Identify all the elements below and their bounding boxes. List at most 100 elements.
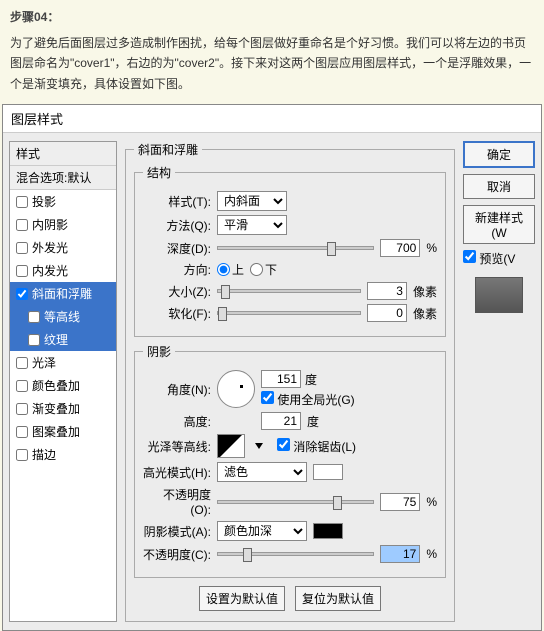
style-item-描边[interactable]: 描边 [10, 443, 116, 466]
size-input[interactable] [367, 282, 407, 300]
style-label: 样式(T): [143, 193, 211, 210]
depth-slider[interactable] [217, 246, 374, 250]
hlmode-label: 高光模式(H): [143, 464, 211, 481]
angle-unit: 度 [305, 371, 317, 388]
style-item-label: 图案叠加 [32, 423, 80, 440]
depth-label: 深度(D): [143, 240, 211, 257]
style-item-label: 描边 [32, 446, 56, 463]
style-item-纹理[interactable]: 纹理 [10, 328, 116, 351]
layer-style-dialog: 图层样式 样式 混合选项:默认 投影内阴影外发光内发光斜面和浮雕等高线纹理光泽颜… [2, 104, 542, 631]
style-checkbox[interactable] [16, 426, 28, 438]
make-default-button[interactable]: 设置为默认值 [199, 586, 285, 611]
bevel-fieldset: 斜面和浮雕 结构 样式(T): 内斜面 方法(Q): 平滑 深度(D): [125, 141, 455, 622]
style-checkbox[interactable] [16, 265, 28, 277]
style-checkbox[interactable] [28, 334, 40, 346]
style-item-投影[interactable]: 投影 [10, 190, 116, 213]
hlopac-unit: % [426, 495, 437, 509]
style-checkbox[interactable] [16, 449, 28, 461]
depth-unit: % [426, 241, 437, 255]
reset-default-button[interactable]: 复位为默认值 [295, 586, 381, 611]
style-item-图案叠加[interactable]: 图案叠加 [10, 420, 116, 443]
shopac-input[interactable] [380, 545, 420, 563]
style-item-斜面和浮雕[interactable]: 斜面和浮雕 [10, 282, 116, 305]
style-item-label: 颜色叠加 [32, 377, 80, 394]
angle-label: 角度(N): [143, 381, 211, 398]
shopac-label: 不透明度(C): [143, 546, 211, 563]
style-item-label: 纹理 [44, 331, 68, 348]
style-item-内发光[interactable]: 内发光 [10, 259, 116, 282]
style-checkbox[interactable] [16, 403, 28, 415]
hlmode-select[interactable]: 滤色 [217, 462, 307, 482]
size-label: 大小(Z): [143, 283, 211, 300]
shading-legend: 阴影 [143, 343, 175, 360]
style-checkbox[interactable] [16, 196, 28, 208]
dir-down-radio[interactable]: 下 [250, 261, 277, 278]
highlight-color-swatch[interactable] [313, 464, 343, 480]
shopac-unit: % [426, 547, 437, 561]
style-item-等高线[interactable]: 等高线 [10, 305, 116, 328]
technique-label: 方法(Q): [143, 217, 211, 234]
soften-slider[interactable] [217, 311, 361, 315]
gloss-contour[interactable] [217, 434, 245, 458]
shadow-color-swatch[interactable] [313, 523, 343, 539]
style-item-外发光[interactable]: 外发光 [10, 236, 116, 259]
direction-label: 方向: [143, 261, 211, 278]
structure-group: 结构 样式(T): 内斜面 方法(Q): 平滑 深度(D): % [134, 164, 446, 337]
preview-checkbox[interactable]: 预览(V [463, 250, 535, 267]
ok-button[interactable]: 确定 [463, 141, 535, 168]
style-item-渐变叠加[interactable]: 渐变叠加 [10, 397, 116, 420]
size-unit: 像素 [413, 283, 437, 300]
style-item-内阴影[interactable]: 内阴影 [10, 213, 116, 236]
shmode-label: 阴影模式(A): [143, 523, 211, 540]
technique-select[interactable]: 平滑 [217, 215, 287, 235]
styles-header[interactable]: 样式 [10, 142, 116, 166]
depth-input[interactable] [380, 239, 420, 257]
style-checkbox[interactable] [28, 311, 40, 323]
style-item-label: 投影 [32, 193, 56, 210]
shmode-select[interactable]: 颜色加深 [217, 521, 307, 541]
dialog-title: 图层样式 [3, 105, 541, 133]
style-item-颜色叠加[interactable]: 颜色叠加 [10, 374, 116, 397]
hlopac-label: 不透明度(O): [143, 486, 211, 517]
styles-list: 样式 混合选项:默认 投影内阴影外发光内发光斜面和浮雕等高线纹理光泽颜色叠加渐变… [9, 141, 117, 622]
cancel-button[interactable]: 取消 [463, 174, 535, 199]
style-item-label: 外发光 [32, 239, 68, 256]
shopac-slider[interactable] [217, 552, 374, 556]
style-item-label: 渐变叠加 [32, 400, 80, 417]
gloss-label: 光泽等高线: [143, 438, 211, 455]
altitude-unit: 度 [307, 413, 319, 430]
style-select[interactable]: 内斜面 [217, 191, 287, 211]
altitude-label: 高度: [143, 413, 211, 430]
style-checkbox[interactable] [16, 288, 28, 300]
step-label: 步骤04： [0, 0, 544, 29]
style-item-label: 内阴影 [32, 216, 68, 233]
soften-input[interactable] [367, 304, 407, 322]
soften-label: 软化(F): [143, 305, 211, 322]
hlopac-slider[interactable] [217, 500, 374, 504]
size-slider[interactable] [217, 289, 361, 293]
style-checkbox[interactable] [16, 357, 28, 369]
style-item-光泽[interactable]: 光泽 [10, 351, 116, 374]
style-item-label: 等高线 [44, 308, 80, 325]
altitude-input[interactable] [261, 412, 301, 430]
global-light-checkbox[interactable]: 使用全局光(G) [261, 391, 355, 408]
style-item-label: 光泽 [32, 354, 56, 371]
style-checkbox[interactable] [16, 380, 28, 392]
preview-swatch [475, 277, 523, 313]
angle-input[interactable] [261, 370, 301, 388]
angle-dial[interactable] [217, 370, 255, 408]
antialias-checkbox[interactable]: 消除锯齿(L) [277, 438, 356, 455]
dir-up-radio[interactable]: 上 [217, 261, 244, 278]
instructions-text: 为了避免后面图层过多造成制作困扰，给每个图层做好重命名是个好习惯。我们可以将左边… [0, 29, 544, 104]
right-buttons: 确定 取消 新建样式(W 预览(V [463, 141, 535, 622]
style-item-label: 斜面和浮雕 [32, 285, 92, 302]
blend-options[interactable]: 混合选项:默认 [10, 166, 116, 190]
style-checkbox[interactable] [16, 219, 28, 231]
bevel-panel: 斜面和浮雕 结构 样式(T): 内斜面 方法(Q): 平滑 深度(D): [125, 141, 455, 622]
gloss-dropdown-icon[interactable] [255, 443, 263, 449]
bevel-title: 斜面和浮雕 [134, 141, 202, 158]
hlopac-input[interactable] [380, 493, 420, 511]
soften-unit: 像素 [413, 305, 437, 322]
new-style-button[interactable]: 新建样式(W [463, 205, 535, 244]
style-checkbox[interactable] [16, 242, 28, 254]
